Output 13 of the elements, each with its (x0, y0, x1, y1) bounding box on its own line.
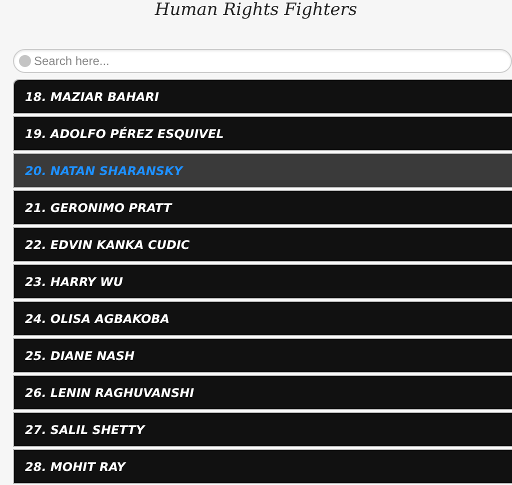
list-item[interactable]: 18. MAZIAR BAHARI (13, 79, 512, 114)
list-item[interactable]: 25. DIANE NASH (13, 338, 512, 373)
list-item[interactable]: 19. ADOLFO PÉREZ ESQUIVEL (13, 116, 512, 151)
list-item[interactable]: 27. SALIL SHETTY (13, 412, 512, 447)
list-item[interactable]: 20. NATAN SHARANSKY (13, 153, 512, 188)
list-item[interactable]: 24. OLISA AGBAKOBA (13, 301, 512, 336)
list-item[interactable]: 22. EDVIN KANKA CUDIC (13, 227, 512, 262)
list-item[interactable]: 21. GERONIMO PRATT (13, 190, 512, 225)
list-item[interactable]: 28. MOHIT RAY (13, 449, 512, 484)
page-title: Human Rights Fighters (154, 0, 358, 20)
list-item[interactable]: 26. LENIN RAGHUVANSHI (13, 375, 512, 410)
search-field[interactable]: Search here... (13, 49, 512, 73)
list-item[interactable]: 23. HARRY WU (13, 264, 512, 299)
